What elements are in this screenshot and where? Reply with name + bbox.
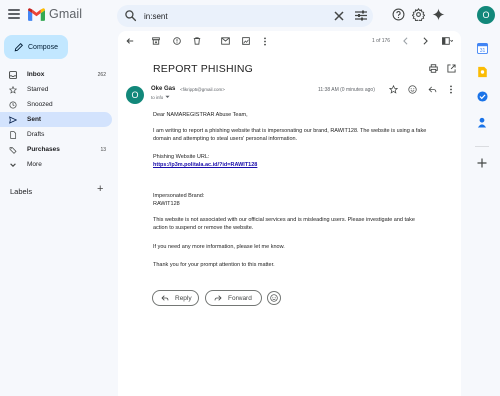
side-panel-divider — [475, 146, 489, 147]
email-paragraph-1-line-1: I am writing to report a phishing websit… — [153, 128, 427, 134]
chevron-down-icon — [164, 95, 170, 98]
purchases-count: 13 — [100, 146, 106, 153]
star-icon — [9, 85, 17, 94]
email-greeting: Dear NAMAREGISTRAR Abuse Team, — [153, 112, 248, 118]
search-input[interactable] — [144, 9, 314, 23]
keep-icon[interactable] — [477, 66, 488, 78]
sidebar-item-label: Sent — [27, 116, 42, 123]
phishing-url-link[interactable]: https://p3m.politala.ac.id/?id=RAWIT128 — [153, 161, 257, 169]
split-pane-icon[interactable] — [442, 37, 453, 45]
sidebar-item-drafts[interactable]: Drafts — [0, 127, 112, 142]
star-icon[interactable] — [389, 85, 398, 94]
delete-icon[interactable] — [193, 37, 201, 45]
send-icon — [9, 115, 17, 124]
search-icon[interactable] — [124, 9, 137, 22]
email-paragraph-2-line-1: This website is not associated with our … — [153, 217, 415, 223]
compose-button[interactable]: Compose — [4, 35, 68, 59]
emoji-icon[interactable] — [408, 85, 417, 94]
sender-email: <fikripp5@gmail.com> — [180, 87, 225, 92]
sidebar-item-more[interactable]: More — [0, 157, 112, 172]
forward-label: Forward — [228, 294, 252, 302]
archive-icon[interactable] — [152, 37, 160, 45]
sidebar-item-label: Starred — [27, 86, 49, 93]
menu-icon[interactable] — [8, 9, 20, 19]
sidebar-item-inbox[interactable]: Inbox 262 — [0, 67, 112, 82]
labels-heading: Labels — [10, 187, 33, 196]
message-time: 11:38 AM (0 minutes ago) — [318, 87, 375, 93]
mark-unread-icon[interactable] — [221, 37, 230, 45]
forward-icon — [214, 295, 222, 301]
sidebar-item-label: Snoozed — [27, 101, 53, 108]
account-avatar[interactable]: O — [477, 6, 495, 24]
email-paragraph-2: This website is not associated with our … — [153, 216, 415, 232]
reply-label: Reply — [175, 294, 192, 302]
recipient-text: to info — [151, 95, 164, 100]
app-name: Gmail — [49, 7, 83, 21]
open-new-window-icon[interactable] — [447, 64, 456, 73]
reply-icon — [161, 295, 169, 301]
sidebar-item-label: Purchases — [27, 146, 60, 153]
shopping-tag-icon — [9, 146, 17, 154]
recipient-line[interactable]: to info — [151, 95, 170, 100]
top-bar: Gmail O — [0, 0, 500, 32]
sender-avatar: O — [126, 86, 144, 104]
more-icon[interactable] — [449, 85, 453, 94]
inbox-count: 262 — [97, 71, 106, 78]
sidebar-item-label: Drafts — [27, 131, 45, 138]
sender-name: Oke Gas — [151, 86, 176, 92]
compose-label: Compose — [28, 43, 58, 51]
draft-icon — [9, 130, 17, 139]
get-addons-icon[interactable] — [477, 158, 487, 168]
reply-icon[interactable] — [428, 85, 437, 94]
emoji-icon — [270, 294, 278, 302]
sidebar-item-starred[interactable]: Starred — [0, 82, 112, 97]
svg-text:31: 31 — [480, 48, 486, 54]
brand-value: RAWIT128 — [153, 201, 180, 207]
email-paragraph-1-line-2: domain and attempting to steal users' pe… — [153, 136, 298, 142]
chevron-left-icon[interactable] — [402, 37, 409, 45]
sidebar-item-label: More — [27, 161, 42, 168]
search-bar[interactable] — [117, 5, 373, 27]
print-icon[interactable] — [429, 64, 438, 73]
gemini-icon[interactable] — [432, 8, 445, 21]
chevron-right-icon[interactable] — [422, 37, 429, 45]
pencil-icon — [14, 43, 23, 52]
email-paragraph-3: If you need any more information, please… — [153, 244, 285, 250]
settings-icon[interactable] — [412, 8, 425, 21]
email-paragraph-1: I am writing to report a phishing websit… — [153, 127, 426, 143]
pagination-text: 1 of 176 — [372, 38, 391, 44]
email-paragraph-4: Thank you for your prompt attention to t… — [153, 262, 275, 268]
clock-icon — [9, 100, 17, 109]
emoji-reaction-button[interactable] — [267, 291, 281, 305]
add-label-icon[interactable]: + — [97, 183, 103, 195]
brand-label: Impersonated Brand: — [153, 193, 205, 199]
sidebar-item-label: Inbox — [27, 71, 45, 78]
help-icon[interactable] — [392, 8, 405, 21]
email-subject: REPORT PHISHING — [153, 63, 254, 75]
forward-button[interactable]: Forward — [205, 290, 262, 306]
sidebar-nav: Inbox 262 Starred Snoozed Sent Drafts Pu… — [0, 67, 112, 172]
gmail-logo-icon — [28, 7, 45, 21]
more-icon[interactable] — [263, 37, 267, 46]
url-label: Phishing Website URL: — [153, 154, 210, 160]
back-icon[interactable] — [126, 37, 134, 45]
filter-icon[interactable] — [355, 10, 367, 21]
chevron-down-icon — [9, 161, 17, 169]
sidebar-item-sent[interactable]: Sent — [0, 112, 112, 127]
email-paragraph-2-line-2: action to suspend or remove the website. — [153, 225, 254, 231]
report-icon[interactable] — [173, 37, 181, 45]
tasks-icon[interactable] — [477, 91, 488, 102]
sidebar-item-snoozed[interactable]: Snoozed — [0, 97, 112, 112]
contacts-icon[interactable] — [477, 117, 487, 128]
message-panel: 1 of 176 REPORT PHISHING O Oke Gas <fikr… — [118, 31, 461, 396]
clear-icon[interactable] — [334, 11, 344, 21]
sidebar-item-purchases[interactable]: Purchases 13 — [0, 142, 112, 157]
calendar-icon[interactable]: 31 — [477, 43, 488, 54]
gmail-logo[interactable]: Gmail — [28, 7, 82, 21]
message-toolbar: 1 of 176 — [118, 31, 461, 51]
inbox-icon — [9, 70, 17, 79]
reply-button[interactable]: Reply — [152, 290, 199, 306]
snooze-icon[interactable] — [242, 37, 250, 45]
